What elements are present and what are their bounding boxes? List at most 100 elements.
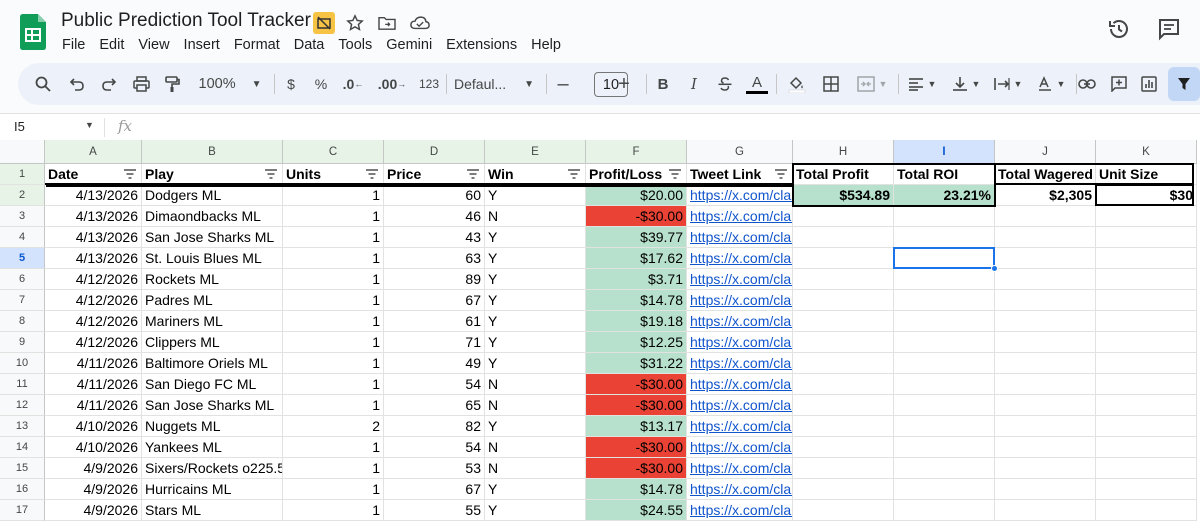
header-unit-size[interactable]: Unit Size [1096, 164, 1197, 185]
cell-empty[interactable] [1096, 248, 1197, 269]
cell-profit-loss[interactable]: $12.25 [586, 332, 687, 353]
filter-dropdown-icon[interactable] [668, 168, 682, 180]
cell-empty[interactable] [894, 206, 995, 227]
row-header-5[interactable]: 5 [0, 248, 45, 269]
increase-font-size-button[interactable]: + [612, 69, 636, 99]
increase-decimal-button[interactable]: .00 → [374, 69, 410, 99]
cell-empty[interactable] [793, 500, 894, 521]
cell-empty[interactable] [793, 206, 894, 227]
cell-play[interactable]: Mariners ML [142, 311, 283, 332]
cell-win[interactable]: Y [485, 311, 586, 332]
format-percent-button[interactable]: % [310, 69, 332, 99]
column-header-d[interactable]: D [384, 140, 485, 164]
cell-empty[interactable] [793, 248, 894, 269]
cell-empty[interactable] [894, 269, 995, 290]
cell-price[interactable]: 89 [384, 269, 485, 290]
cell-units[interactable]: 1 [283, 227, 384, 248]
cell-price[interactable]: 54 [384, 374, 485, 395]
column-header-c[interactable]: C [283, 140, 384, 164]
row-header-7[interactable]: 7 [0, 290, 45, 311]
cell-tweet-link[interactable]: https://x.com/clar [687, 248, 793, 269]
cell-play[interactable]: Dimaondbacks ML [142, 206, 283, 227]
cell-empty[interactable] [894, 353, 995, 374]
cell-tweet-link[interactable]: https://x.com/clar [687, 206, 793, 227]
cell-empty[interactable] [1096, 458, 1197, 479]
menu-tools[interactable]: Tools [331, 35, 379, 55]
cell-price[interactable]: 67 [384, 479, 485, 500]
cell-date[interactable]: 4/10/2026 [45, 437, 142, 458]
cell-price[interactable]: 82 [384, 416, 485, 437]
cell-tweet-link[interactable]: https://x.com/clar [687, 227, 793, 248]
cell-date[interactable]: 4/11/2026 [45, 374, 142, 395]
cell-empty[interactable] [995, 269, 1096, 290]
paint-format-icon[interactable] [159, 69, 185, 99]
borders-icon[interactable] [818, 69, 844, 99]
cell-empty[interactable] [894, 479, 995, 500]
fill-handle[interactable] [991, 265, 998, 272]
bold-button[interactable]: B [650, 69, 676, 99]
row-header-16[interactable]: 16 [0, 479, 45, 500]
cell-empty[interactable] [1096, 500, 1197, 521]
cell-price[interactable]: 71 [384, 332, 485, 353]
cell-units[interactable]: 1 [283, 311, 384, 332]
column-header-g[interactable]: G [687, 140, 793, 164]
cell-profit-loss[interactable]: $13.17 [586, 416, 687, 437]
cell-price[interactable]: 54 [384, 437, 485, 458]
cell-tweet-link[interactable]: https://x.com/clar [687, 374, 793, 395]
cell-win[interactable]: N [485, 458, 586, 479]
cell-empty[interactable] [1096, 332, 1197, 353]
cloud-status-icon[interactable] [409, 12, 431, 34]
menu-view[interactable]: View [131, 35, 176, 55]
cell-tweet-link[interactable]: https://x.com/clar [687, 395, 793, 416]
header-profit[interactable]: Profit/Loss [586, 164, 687, 185]
cell-empty[interactable] [894, 332, 995, 353]
total-roi-value[interactable]: 23.21% [894, 185, 995, 206]
cell-date[interactable]: 4/11/2026 [45, 353, 142, 374]
cell-win[interactable]: Y [485, 248, 586, 269]
cell-empty[interactable] [1096, 269, 1197, 290]
total-profit-value[interactable]: $534.89 [793, 185, 894, 206]
cell-price[interactable]: 43 [384, 227, 485, 248]
cell-play[interactable]: Hurricains ML [142, 479, 283, 500]
cell-price[interactable]: 65 [384, 395, 485, 416]
text-color-button[interactable]: A [744, 69, 770, 99]
cell-price[interactable]: 49 [384, 353, 485, 374]
cell-price[interactable]: 61 [384, 311, 485, 332]
header-total-profit[interactable]: Total Profit [793, 164, 894, 185]
menu-edit[interactable]: Edit [92, 35, 131, 55]
cell-units[interactable]: 1 [283, 206, 384, 227]
cell-empty[interactable] [894, 458, 995, 479]
format-currency-button[interactable]: $ [280, 69, 302, 99]
row-header-12[interactable]: 12 [0, 395, 45, 416]
cell-play[interactable]: San Jose Sharks ML [142, 227, 283, 248]
cell-play[interactable]: San Diego FC ML [142, 374, 283, 395]
cell-tweet-link[interactable]: https://x.com/clar [687, 500, 793, 521]
column-header-i[interactable]: I [894, 140, 995, 164]
print-icon[interactable] [128, 69, 154, 99]
cell-profit-loss[interactable]: $17.62 [586, 248, 687, 269]
filter-dropdown-icon[interactable] [365, 168, 379, 180]
cell-tweet-link[interactable]: https://x.com/clar [687, 437, 793, 458]
menu-file[interactable]: File [55, 35, 92, 55]
column-header-b[interactable]: B [142, 140, 283, 164]
insert-comment-icon[interactable] [1106, 69, 1132, 99]
cell-play[interactable]: San Jose Sharks ML [142, 395, 283, 416]
cell-profit-loss[interactable]: $20.00 [586, 185, 687, 206]
cell-empty[interactable] [793, 311, 894, 332]
zoom-select[interactable]: 100% ▼ [194, 69, 266, 99]
vertical-align-icon[interactable]: ▼ [948, 69, 984, 99]
cell-tweet-link[interactable]: https://x.com/clar [687, 353, 793, 374]
cell-profit-loss[interactable]: $14.78 [586, 479, 687, 500]
cell-tweet-link[interactable]: https://x.com/clar [687, 458, 793, 479]
cell-win[interactable]: N [485, 206, 586, 227]
cell-empty[interactable] [995, 227, 1096, 248]
cell-date[interactable]: 4/11/2026 [45, 395, 142, 416]
cell-empty[interactable] [793, 437, 894, 458]
column-header-k[interactable]: K [1096, 140, 1197, 164]
cell-play[interactable]: Stars ML [142, 500, 283, 521]
cell-empty[interactable] [894, 290, 995, 311]
cell-units[interactable]: 1 [283, 269, 384, 290]
header-total-wagered[interactable]: Total Wagered [995, 164, 1096, 185]
cell-empty[interactable] [894, 395, 995, 416]
cell-units[interactable]: 1 [283, 437, 384, 458]
